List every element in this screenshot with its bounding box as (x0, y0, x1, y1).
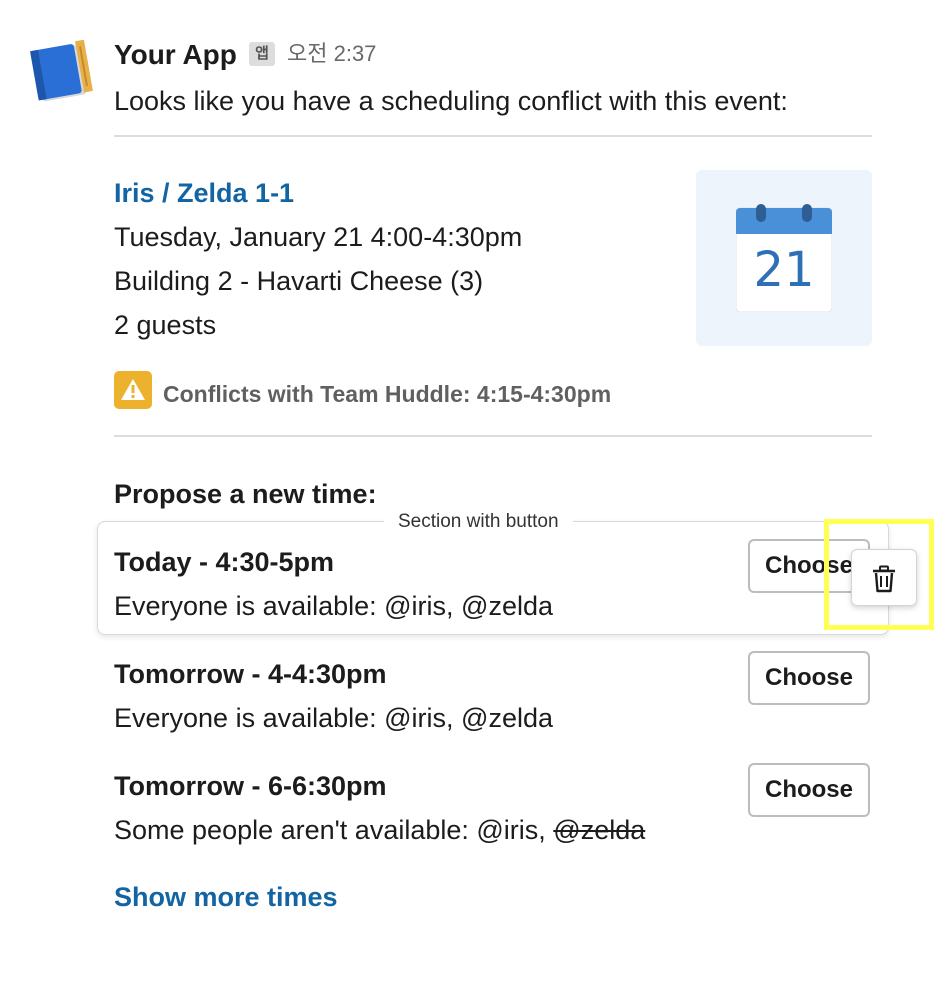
conflict-text: Conflicts with Team Huddle: 4:15-4:30pm (163, 381, 612, 407)
delete-button[interactable] (851, 549, 917, 606)
event-datetime: Tuesday, January 21 4:00-4:30pm (114, 222, 523, 252)
option-description: Everyone is available: @iris, @zelda (114, 591, 554, 621)
calendar-day: 21 (753, 242, 815, 298)
option-title: Today - 4:30-5pm (114, 547, 335, 577)
calendar-thumbnail: 21 (696, 170, 872, 346)
unavailable-user: @zelda (553, 815, 646, 845)
message-intro: Looks like you have a scheduling conflic… (114, 86, 788, 116)
event-title-link[interactable]: Iris / Zelda 1-1 (114, 176, 294, 210)
divider (114, 435, 872, 437)
section-label: Section with button (384, 508, 573, 536)
event-guests: 2 guests (114, 310, 217, 340)
show-more-link[interactable]: Show more times (114, 880, 338, 914)
option-description: Everyone is available: @iris, @zelda (114, 703, 554, 733)
app-avatar[interactable] (28, 39, 96, 102)
app-name[interactable]: Your App (114, 38, 237, 72)
timestamp[interactable]: 오전 2:37 (287, 40, 376, 68)
trash-icon (873, 565, 895, 593)
divider (114, 135, 872, 137)
option-title: Tomorrow - 4-4:30pm (114, 659, 387, 689)
event-location: Building 2 - Havarti Cheese (3) (114, 266, 484, 296)
choose-button[interactable]: Choose (748, 763, 870, 817)
option-title: Tomorrow - 6-6:30pm (114, 771, 387, 801)
option-description-available: Some people aren't available: @iris, (114, 815, 554, 845)
app-badge: 앱 (249, 42, 275, 66)
propose-heading: Propose a new time: (114, 479, 377, 509)
option-description: Some people aren't available: @iris, @ze… (114, 813, 645, 847)
warning-icon (114, 371, 152, 409)
choose-button[interactable]: Choose (748, 651, 870, 705)
